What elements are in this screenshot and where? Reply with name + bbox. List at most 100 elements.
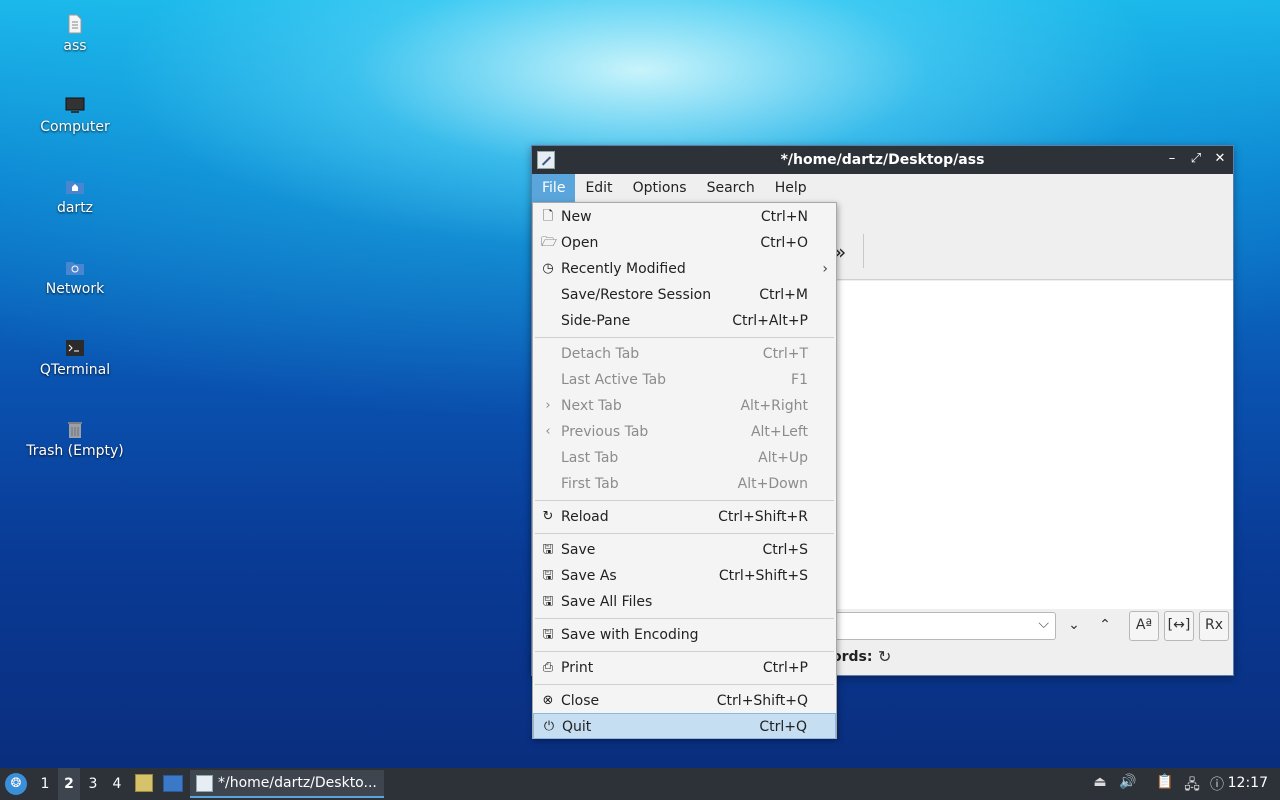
menu-item-label: First Tab (561, 476, 619, 492)
menu-item-save-restore-session[interactable]: Save/Restore Session Ctrl+M (533, 282, 836, 308)
desktop-icon-computer[interactable]: Computer (20, 95, 130, 135)
menu-item-label: Recently Modified (561, 261, 686, 277)
menu-item-print[interactable]: ⎙ Print Ctrl+P (533, 655, 836, 681)
menu-item-label: Save All Files (561, 594, 653, 610)
trash-icon (68, 422, 82, 438)
maximize-button[interactable]: ⤢ (1189, 150, 1203, 168)
menu-help[interactable]: Help (765, 174, 817, 202)
menu-item-shortcut: Ctrl+N (760, 209, 808, 225)
menu-item-label: Side-Pane (561, 313, 631, 329)
volume-icon[interactable]: 🔊 (1119, 774, 1137, 794)
menu-item-recently-modified[interactable]: ◷ Recently Modified › (533, 256, 836, 282)
find-next-button[interactable]: ⌄ (1060, 612, 1088, 640)
menu-item-shortcut: Alt+Left (750, 424, 808, 440)
submenu-arrow-icon: › (822, 261, 828, 277)
menu-item-label: Save As (561, 568, 617, 584)
menu-item-save[interactable]: 🖫 Save Ctrl+S (533, 537, 836, 563)
task-label: */home/dartz/Deskto... (218, 775, 377, 791)
menu-item-shortcut: Ctrl+M (759, 287, 808, 303)
menu-item-previous-tab: ‹ Previous Tab Alt+Left (533, 419, 836, 445)
desktop-icon-label: Network (45, 281, 105, 297)
desktop-icon-qterminal[interactable]: QTerminal (20, 338, 130, 378)
menu-item-new[interactable]: 🗋 New Ctrl+N (533, 204, 836, 230)
menu-item-quit[interactable]: ⏻ Quit Ctrl+Q (533, 713, 836, 739)
menu-item-open[interactable]: 🗁 Open Ctrl+O (533, 230, 836, 256)
desktop-icon-network[interactable]: Network (20, 257, 130, 297)
workspace-2[interactable]: 2 (58, 768, 80, 800)
desktop-icon-label: Trash (Empty) (26, 443, 124, 459)
menu-item-detach-tab: Detach Tab Ctrl+T (533, 341, 836, 367)
reload-icon: ↻ (542, 509, 554, 524)
regex-button[interactable]: Rx (1199, 611, 1229, 641)
desktop-icon-label: Computer (40, 119, 110, 135)
menu-item-shortcut: Ctrl+P (762, 660, 808, 676)
menu-item-label: Last Active Tab (561, 372, 667, 388)
taskbar: ❂ 1 2 3 4 */home/dartz/Deskto... ⏏ 🔊 📋 🖧… (0, 768, 1280, 800)
save-all-icon: 🖫 (542, 594, 554, 609)
network-icon[interactable]: 🖧 (1183, 774, 1201, 794)
desktop-icon-dartz[interactable]: dartz (20, 176, 130, 216)
menu-item-shortcut: Alt+Right (740, 398, 808, 414)
close-window-button[interactable]: ✕ (1213, 150, 1227, 168)
workspace-1[interactable]: 1 (34, 768, 56, 800)
menu-item-label: Previous Tab (561, 424, 649, 440)
match-case-button[interactable]: Aª (1129, 611, 1159, 641)
menu-item-shortcut: Ctrl+Q (759, 719, 807, 735)
menu-separator (535, 533, 834, 534)
menu-separator (535, 684, 834, 685)
home-folder-icon (66, 181, 84, 194)
menu-item-side-pane[interactable]: Side-Pane Ctrl+Alt+P (533, 308, 836, 334)
computer-icon (65, 97, 85, 113)
menu-item-shortcut: Ctrl+S (762, 542, 808, 558)
menu-item-last-active-tab: Last Active Tab F1 (533, 367, 836, 393)
power-icon: ⏻ (543, 719, 555, 734)
save-as-icon: 🖫 (542, 568, 554, 583)
desktop-icon-trash[interactable]: Trash (Empty) (20, 419, 130, 459)
whole-word-button[interactable]: [↔] (1164, 611, 1194, 641)
workspace-3[interactable]: 3 (82, 768, 104, 800)
find-previous-button[interactable]: ⌃ (1091, 612, 1119, 640)
file-manager-launcher-icon[interactable] (135, 774, 153, 792)
toolbar-separator (863, 234, 864, 268)
clock-icon: ◷ (542, 261, 554, 276)
menu-item-label: Reload (561, 509, 609, 525)
clipboard-icon[interactable]: 📋 (1156, 774, 1174, 794)
menu-options[interactable]: Options (623, 174, 697, 202)
menu-item-close[interactable]: ⊗ Close Ctrl+Shift+Q (533, 688, 836, 714)
menu-item-save-as[interactable]: 🖫 Save As Ctrl+Shift+S (533, 563, 836, 589)
search-input[interactable]: ⌵ (834, 612, 1056, 640)
taskbar-task-featherpad[interactable]: */home/dartz/Deskto... (190, 770, 384, 798)
show-desktop-icon[interactable] (163, 775, 183, 792)
workspace-4[interactable]: 4 (106, 768, 128, 800)
terminal-icon (66, 340, 84, 356)
menu-item-label: Detach Tab (561, 346, 640, 362)
menu-item-label: Quit (562, 719, 592, 735)
menu-separator (535, 618, 834, 619)
window-titlebar[interactable]: */home/dartz/Desktop/ass – ⤢ ✕ (532, 146, 1233, 174)
update-notifier-icon[interactable]: ⓘ (1208, 774, 1226, 794)
menu-item-save-with-encoding[interactable]: 🖫 Save with Encoding (533, 622, 836, 648)
menu-file[interactable]: File (532, 174, 576, 202)
menu-item-label: Print (561, 660, 594, 676)
minimize-button[interactable]: – (1165, 150, 1179, 168)
menu-edit[interactable]: Edit (575, 174, 622, 202)
menu-item-shortcut: Ctrl+Shift+Q (716, 693, 808, 709)
refresh-word-count-icon[interactable]: ↻ (878, 647, 891, 666)
clock[interactable]: 12:17 (1228, 775, 1268, 791)
menu-item-save-all-files[interactable]: 🖫 Save All Files (533, 589, 836, 615)
menu-item-reload[interactable]: ↻ Reload Ctrl+Shift+R (533, 504, 836, 530)
menu-item-shortcut: F1 (791, 372, 808, 388)
start-menu-icon[interactable]: ❂ (5, 773, 27, 795)
chevron-left-icon: ‹ (545, 424, 551, 439)
menu-search[interactable]: Search (697, 174, 765, 202)
desktop-icon-ass[interactable]: ass (20, 14, 130, 54)
eject-icon[interactable]: ⏏ (1091, 774, 1109, 794)
chevron-down-icon[interactable]: ⌵ (1038, 616, 1049, 632)
menu-item-next-tab: › Next Tab Alt+Right (533, 393, 836, 419)
word-count-label: ords: (832, 649, 873, 665)
window-title: */home/dartz/Desktop/ass (780, 152, 985, 168)
menu-item-first-tab: First Tab Alt+Down (533, 471, 836, 497)
menubar: File Edit Options Search Help (532, 174, 1233, 202)
open-folder-icon: 🗁 (541, 235, 558, 250)
menu-item-shortcut: Alt+Down (737, 476, 808, 492)
